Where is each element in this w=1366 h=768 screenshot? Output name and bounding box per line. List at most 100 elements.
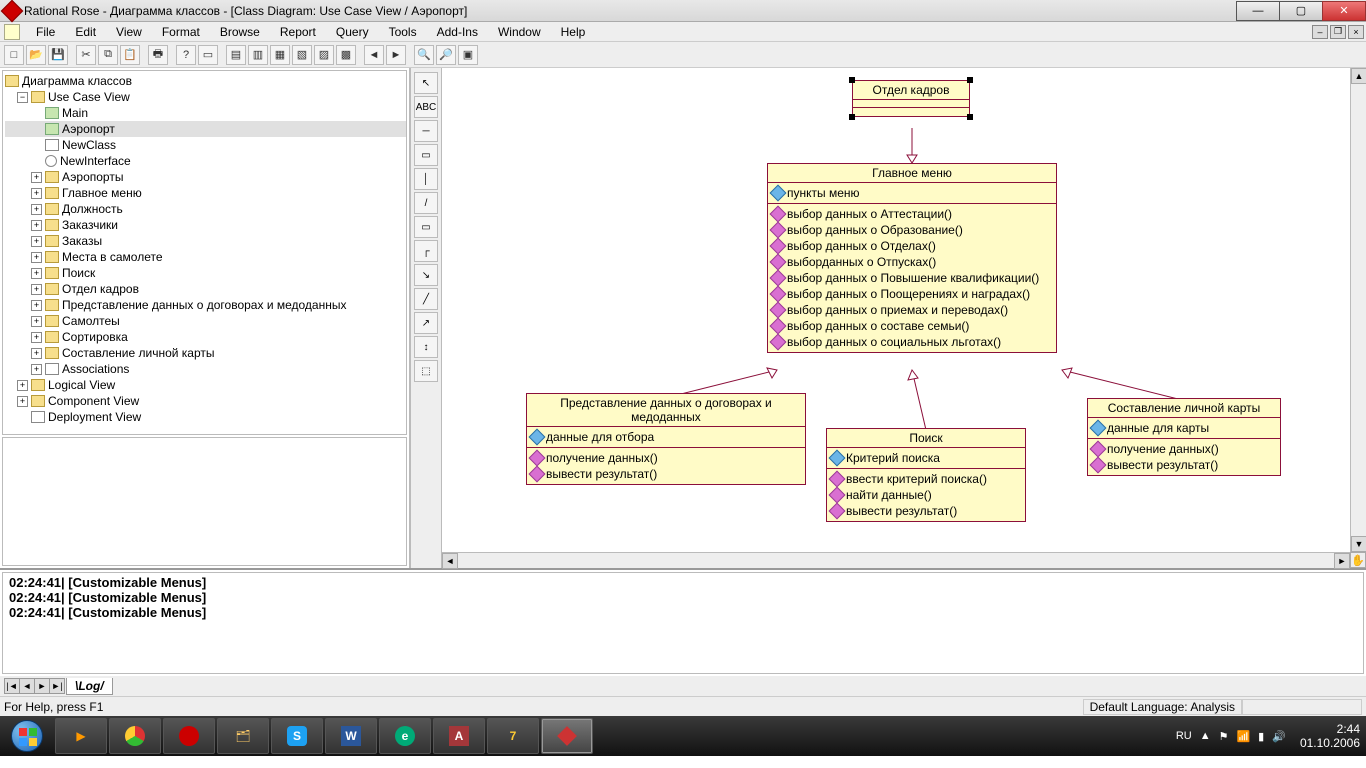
paste-button[interactable]: 📋 bbox=[120, 45, 140, 65]
tree-component[interactable]: Component View bbox=[48, 393, 139, 409]
scroll-down-button[interactable]: ▼ bbox=[1351, 536, 1366, 552]
tree-item[interactable]: Составление личной карты bbox=[62, 345, 215, 361]
menu-report[interactable]: Report bbox=[270, 23, 326, 41]
maximize-button[interactable]: ▢ bbox=[1279, 1, 1323, 21]
expand-icon[interactable]: + bbox=[31, 204, 42, 215]
browse-interaction-button[interactable]: ▥ bbox=[248, 45, 268, 65]
tree-item[interactable]: Самолтеы bbox=[62, 313, 120, 329]
tree-logical[interactable]: Logical View bbox=[48, 377, 115, 393]
log-first-button[interactable]: |◄ bbox=[4, 678, 20, 694]
task-mediaplayer[interactable]: ▶ bbox=[55, 718, 107, 754]
expand-icon[interactable]: + bbox=[31, 332, 42, 343]
copy-button[interactable]: ⧉ bbox=[98, 45, 118, 65]
tool-depend[interactable]: ╱ bbox=[414, 288, 438, 310]
class-card[interactable]: Составление личной карты данные для карт… bbox=[1087, 398, 1281, 476]
pan-hand-icon[interactable]: ✋ bbox=[1350, 552, 1366, 568]
menu-file[interactable]: File bbox=[26, 23, 65, 41]
log-output[interactable]: 02:24:41| [Customizable Menus] 02:24:41|… bbox=[2, 572, 1364, 674]
menu-tools[interactable]: Tools bbox=[379, 23, 427, 41]
tray-battery-icon[interactable]: ▮ bbox=[1258, 730, 1264, 743]
tray-clock[interactable]: 2:44 01.10.2006 bbox=[1300, 722, 1360, 750]
vertical-scrollbar[interactable]: ▲ ▼ bbox=[1350, 68, 1366, 552]
class-presentation[interactable]: Представление данных о договорах и медод… bbox=[526, 393, 806, 485]
zoom-out-button[interactable]: 🔎 bbox=[436, 45, 456, 65]
collapse-icon[interactable]: − bbox=[17, 92, 28, 103]
class-menu[interactable]: Главное меню пункты меню выбор данных о … bbox=[767, 163, 1057, 353]
mdi-close-button[interactable]: × bbox=[1348, 25, 1364, 39]
tray-language[interactable]: RU bbox=[1176, 730, 1192, 742]
view-button[interactable]: ▭ bbox=[198, 45, 218, 65]
tray-network-icon[interactable]: 📶 bbox=[1236, 730, 1250, 743]
menu-format[interactable]: Format bbox=[152, 23, 210, 41]
tree-main[interactable]: Main bbox=[62, 105, 88, 121]
log-last-button[interactable]: ►| bbox=[49, 678, 65, 694]
print-button[interactable]: 🖶 bbox=[148, 45, 168, 65]
browse-deploy-button[interactable]: ▨ bbox=[314, 45, 334, 65]
tool-aggreg[interactable]: ↘ bbox=[414, 264, 438, 286]
tree-item[interactable]: Сортировка bbox=[62, 329, 128, 345]
tool-general[interactable]: ↗ bbox=[414, 312, 438, 334]
scroll-right-button[interactable]: ► bbox=[1334, 553, 1350, 569]
model-browser[interactable]: Диаграмма классов − Use Case View Main Аэ… bbox=[2, 70, 407, 435]
log-tab[interactable]: \Log/ bbox=[66, 678, 113, 695]
expand-icon[interactable]: + bbox=[31, 316, 42, 327]
tree-newinterface[interactable]: NewInterface bbox=[60, 153, 131, 169]
tree-item[interactable]: Главное меню bbox=[62, 185, 142, 201]
expand-icon[interactable]: + bbox=[17, 380, 28, 391]
tool-class[interactable]: │ bbox=[414, 168, 438, 190]
fit-window-button[interactable]: ▣ bbox=[458, 45, 478, 65]
tree-item[interactable]: Отдел кадров bbox=[62, 281, 139, 297]
task-7zip[interactable]: 7 bbox=[487, 718, 539, 754]
tray-volume-icon[interactable]: 🔊 bbox=[1272, 730, 1286, 743]
close-button[interactable]: ✕ bbox=[1322, 1, 1366, 21]
task-skype[interactable]: S bbox=[271, 718, 323, 754]
tool-text[interactable]: ABC bbox=[414, 96, 438, 118]
tool-uniassoc[interactable]: ┌ bbox=[414, 240, 438, 262]
open-button[interactable]: 📂 bbox=[26, 45, 46, 65]
expand-icon[interactable]: + bbox=[31, 236, 42, 247]
menu-edit[interactable]: Edit bbox=[65, 23, 106, 41]
tree-usecase[interactable]: Use Case View bbox=[48, 89, 130, 105]
tool-assoc[interactable]: ▭ bbox=[414, 216, 438, 238]
mdi-minimize-button[interactable]: – bbox=[1312, 25, 1328, 39]
diagram-canvas[interactable]: Отдел кадров Главное меню пункты меню вы… bbox=[442, 68, 1350, 552]
mdi-restore-button[interactable]: ❐ bbox=[1330, 25, 1346, 39]
menu-browse[interactable]: Browse bbox=[210, 23, 270, 41]
task-access[interactable]: A bbox=[433, 718, 485, 754]
log-prev-button[interactable]: ◄ bbox=[19, 678, 35, 694]
tree-item[interactable]: Заказчики bbox=[62, 217, 118, 233]
task-chrome[interactable] bbox=[109, 718, 161, 754]
browse-class-button[interactable]: ▤ bbox=[226, 45, 246, 65]
expand-icon[interactable]: + bbox=[31, 300, 42, 311]
tree-item[interactable]: Associations bbox=[62, 361, 129, 377]
tray-show-hidden-icon[interactable]: ▲ bbox=[1200, 730, 1211, 742]
tree-item[interactable]: Представление данных о договорах и медод… bbox=[62, 297, 346, 313]
class-hr[interactable]: Отдел кадров bbox=[852, 80, 970, 117]
menu-addins[interactable]: Add-Ins bbox=[427, 23, 488, 41]
expand-icon[interactable]: + bbox=[17, 396, 28, 407]
tool-interface[interactable]: / bbox=[414, 192, 438, 214]
expand-icon[interactable]: + bbox=[31, 364, 42, 375]
start-button[interactable] bbox=[0, 716, 54, 756]
tree-root[interactable]: Диаграмма классов bbox=[22, 73, 132, 89]
tree-airport[interactable]: Аэропорт bbox=[62, 121, 115, 137]
menu-view[interactable]: View bbox=[106, 23, 152, 41]
help-cursor-button[interactable]: ? bbox=[176, 45, 196, 65]
menu-window[interactable]: Window bbox=[488, 23, 551, 41]
tree-item[interactable]: Заказы bbox=[62, 233, 102, 249]
tool-realize[interactable]: ↕ bbox=[414, 336, 438, 358]
tool-package[interactable]: ⬚ bbox=[414, 360, 438, 382]
tray-flag-icon[interactable]: ⚑ bbox=[1219, 730, 1229, 743]
scroll-up-button[interactable]: ▲ bbox=[1351, 68, 1366, 84]
documentation-panel[interactable] bbox=[2, 437, 407, 566]
task-word[interactable]: W bbox=[325, 718, 377, 754]
expand-icon[interactable]: + bbox=[31, 172, 42, 183]
tree-item[interactable]: Аэропорты bbox=[62, 169, 123, 185]
minimize-button[interactable]: — bbox=[1236, 1, 1280, 21]
tree-deployment[interactable]: Deployment View bbox=[48, 409, 141, 425]
tree-item[interactable]: Должность bbox=[62, 201, 123, 217]
expand-icon[interactable]: + bbox=[31, 252, 42, 263]
task-explorer[interactable]: 🗂 bbox=[217, 718, 269, 754]
scroll-left-button[interactable]: ◄ bbox=[442, 553, 458, 569]
tree-item[interactable]: Места в самолете bbox=[62, 249, 163, 265]
